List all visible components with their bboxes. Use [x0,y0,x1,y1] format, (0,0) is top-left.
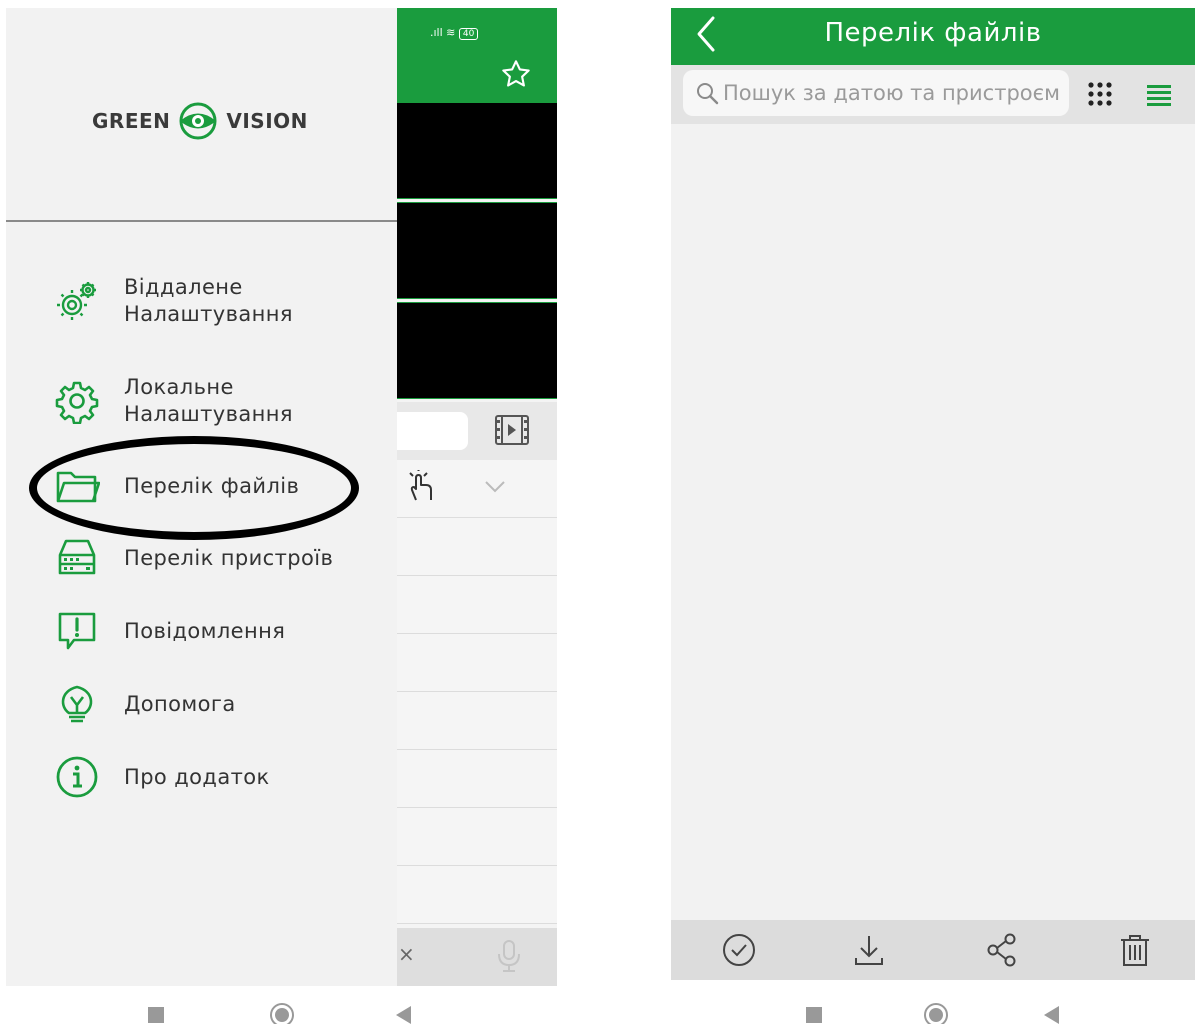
background-search-input[interactable] [396,412,468,450]
menu-item-label: Про додаток [124,764,270,789]
eye-logo-icon [179,102,217,140]
settings-gear-icon [52,376,102,426]
wifi-icon: ≋ [446,26,456,39]
background-header: .ıll ≋ 40 [396,8,557,102]
left-phone-screen: .ıll ≋ 40 × GREEN VISION Віддалене Налаш… [6,8,557,986]
app-header: Перелік файлів [671,8,1195,65]
chevron-down-icon[interactable] [484,480,506,494]
signal-icon: .ıll [430,26,443,39]
battery-icon: 40 [458,28,479,40]
menu-item-label: Локальне [124,375,234,399]
video-tile[interactable] [396,102,557,199]
search-icon [697,83,719,105]
home-nav-button[interactable] [270,1003,294,1024]
video-tile[interactable] [396,202,557,299]
menu-item-label: Допомога [124,691,236,716]
background-bottom-bar: × [396,928,557,986]
list-item [396,518,557,576]
search-toolbar [671,65,1195,124]
select-check-icon[interactable] [721,932,757,968]
menu-item-file-list[interactable]: Перелік файлів [52,461,299,511]
home-nav-button[interactable] [924,1003,948,1024]
remote-settings-gears-icon [52,276,102,326]
download-icon[interactable] [851,932,887,968]
background-searchbar [396,402,557,460]
bottom-action-bar [671,920,1195,980]
microphone-icon[interactable] [494,938,524,974]
alert-message-icon [52,606,102,656]
back-nav-button[interactable] [396,1006,411,1024]
list-icon[interactable] [1145,83,1173,107]
menu-item-label: Віддалене [124,275,243,299]
trash-icon[interactable] [1117,932,1153,968]
menu-item-label: Перелік файлів [124,473,300,498]
folder-icon [52,461,102,511]
back-nav-button[interactable] [1044,1006,1059,1024]
background-control-row [396,460,557,518]
status-bar-right: .ıll ≋ 40 [430,26,479,40]
page-title: Перелік файлів [824,18,1042,48]
menu-item-label: Налаштування [124,402,293,426]
right-phone-screen: Перелік файлів [671,8,1195,980]
list-item [396,866,557,924]
menu-item-device-list[interactable]: Перелік пристроїв [52,533,333,583]
video-tile[interactable] [396,302,557,399]
menu-item-local-settings[interactable]: Локальне Налаштування [52,374,293,428]
navigation-drawer: GREEN VISION Віддалене Налаштування Лока… [6,8,397,986]
recents-nav-button[interactable] [148,1007,164,1023]
recents-nav-button[interactable] [806,1007,822,1023]
hand-pointer-icon[interactable] [404,470,438,504]
list-item [396,692,557,750]
menu-item-notifications[interactable]: Повідомлення [52,606,285,656]
greenvision-logo: GREEN VISION [92,101,308,141]
info-icon [52,752,102,802]
list-item [396,576,557,634]
menu-item-about[interactable]: Про додаток [52,752,270,802]
file-list-content [671,124,1195,920]
list-item [396,808,557,866]
search-box[interactable] [683,70,1069,116]
film-icon[interactable] [494,414,530,446]
menu-item-remote-settings[interactable]: Віддалене Налаштування [52,274,293,328]
share-icon[interactable] [984,932,1020,968]
menu-item-help[interactable]: Допомога [52,679,236,729]
menu-item-label: Перелік пристроїв [124,545,334,570]
grid-icon[interactable] [1087,81,1113,107]
list-item [396,634,557,692]
star-icon[interactable] [500,58,532,90]
dvr-device-icon [52,533,102,583]
divider [6,220,397,222]
background-live-view: .ıll ≋ 40 × [396,8,557,986]
close-icon[interactable]: × [398,942,415,966]
list-item [396,750,557,808]
menu-item-label: Налаштування [124,302,293,326]
search-input[interactable] [723,81,1063,105]
menu-item-label: Повідомлення [124,618,286,643]
lightbulb-icon [52,679,102,729]
